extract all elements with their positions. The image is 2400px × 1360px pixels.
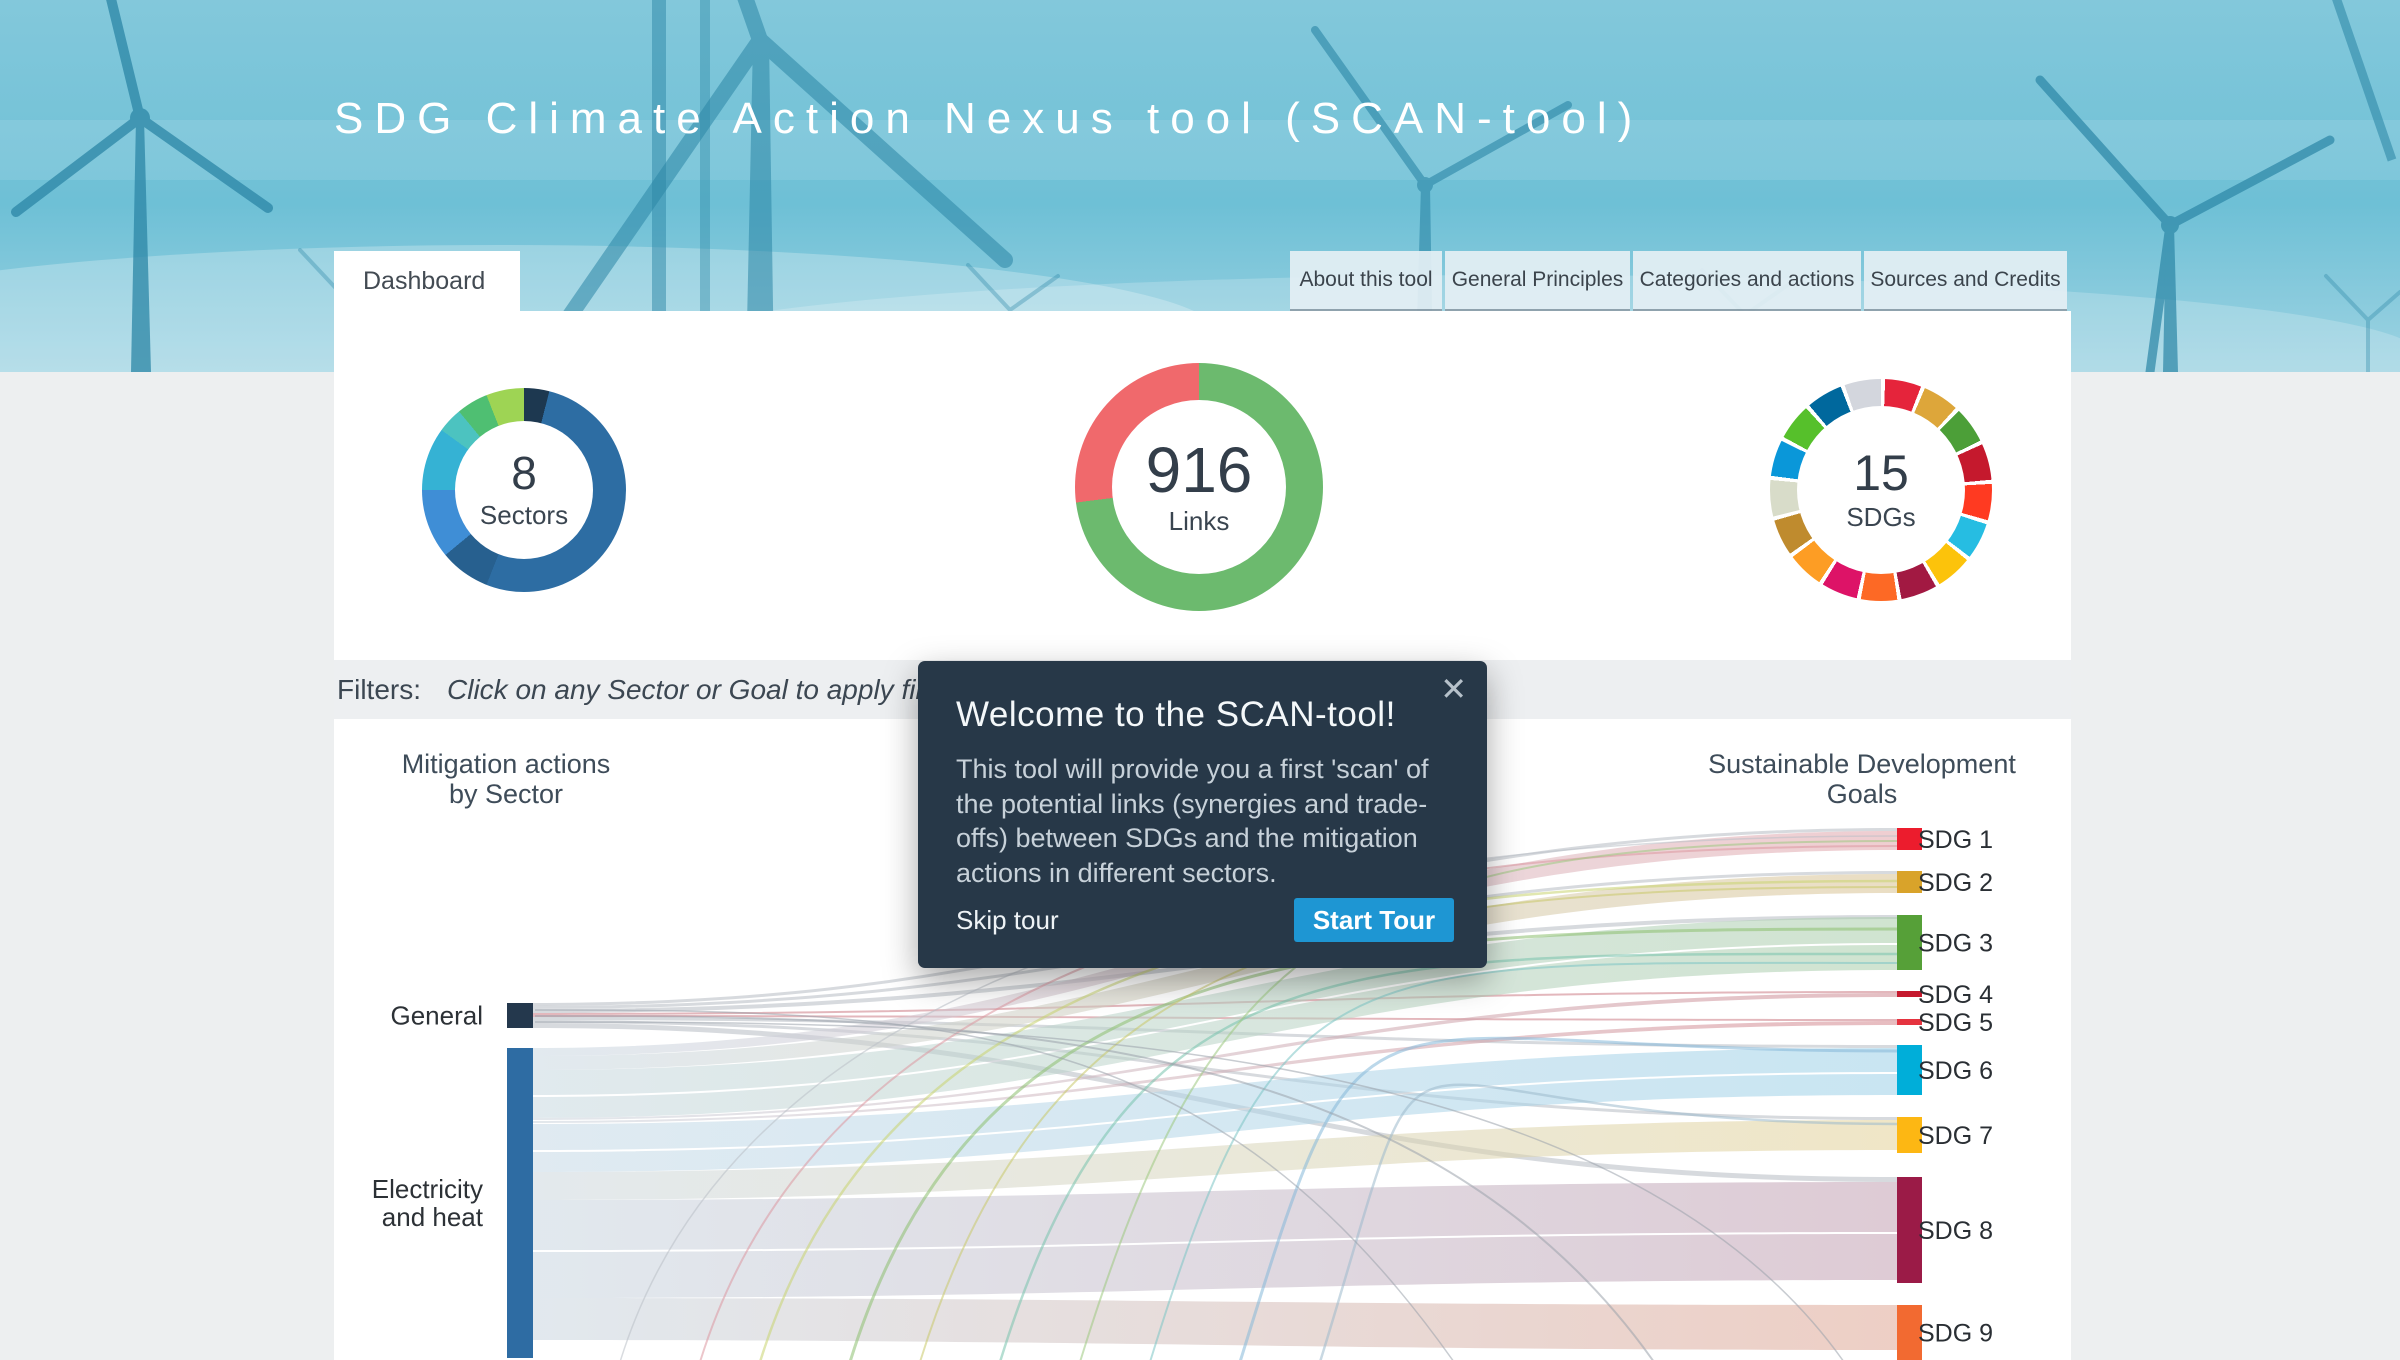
sector-node-general[interactable] xyxy=(507,1003,533,1028)
filters-label: Filters: xyxy=(337,674,421,706)
tab-label: General Principles xyxy=(1452,268,1624,292)
sectors-count: 8 xyxy=(511,450,537,496)
skip-tour-link[interactable]: Skip tour xyxy=(956,905,1059,936)
tab-label: About this tool xyxy=(1299,268,1432,292)
left-heading: by Sector xyxy=(449,779,563,809)
left-heading: Mitigation actions xyxy=(402,749,611,779)
tab-sources-and-credits[interactable]: Sources and Credits xyxy=(1864,251,2067,311)
tab-dashboard[interactable]: Dashboard xyxy=(334,251,520,311)
tab-group: About this tool General Principles Categ… xyxy=(1290,251,2067,311)
links-count: 916 xyxy=(1146,438,1253,502)
goal-label-sdg-5[interactable]: SDG 5 xyxy=(1918,1009,1993,1037)
sdgs-count: 15 xyxy=(1853,448,1909,498)
sectors-count-label: Sectors xyxy=(480,500,568,531)
goal-label-sdg-1[interactable]: SDG 1 xyxy=(1918,826,1993,854)
tab-label: Categories and actions xyxy=(1640,268,1855,292)
goal-label-sdg-2[interactable]: SDG 2 xyxy=(1918,869,1993,897)
filters-hint: Click on any Sector or Goal to apply fil… xyxy=(447,674,976,706)
goal-label-sdg-4[interactable]: SDG 4 xyxy=(1918,981,1993,1009)
modal-body: This tool will provide you a first 'scan… xyxy=(956,752,1449,890)
right-heading: Sustainable Development xyxy=(1708,749,2016,779)
welcome-modal: ✕ Welcome to the SCAN-tool! This tool wi… xyxy=(918,661,1487,968)
start-tour-button[interactable]: Start Tour xyxy=(1294,898,1454,942)
sector-label-electricity-and-heat[interactable]: Electricity xyxy=(372,1174,483,1204)
tab-label: Sources and Credits xyxy=(1870,268,2060,292)
sdgs-donut-chart: 15 SDGs xyxy=(1770,379,1992,601)
goal-label-sdg-7[interactable]: SDG 7 xyxy=(1918,1122,1993,1150)
goal-label-sdg-3[interactable]: SDG 3 xyxy=(1918,930,1993,958)
sectors-donut-chart: 8 Sectors xyxy=(422,388,626,592)
sector-node-electricity-and-heat[interactable] xyxy=(507,1048,533,1358)
sector-label-general[interactable]: General xyxy=(391,1001,484,1031)
goal-label-sdg-6[interactable]: SDG 6 xyxy=(1918,1057,1993,1085)
links-count-label: Links xyxy=(1169,506,1230,537)
scan-tool-page: SDG Climate Action Nexus tool (SCAN-tool… xyxy=(0,0,2400,1360)
right-heading: Goals xyxy=(1827,779,1898,809)
page-title: SDG Climate Action Nexus tool (SCAN-tool… xyxy=(334,94,1643,144)
modal-title: Welcome to the SCAN-tool! xyxy=(956,695,1449,735)
sankey-flow xyxy=(533,1298,1897,1350)
tab-categories-and-actions[interactable]: Categories and actions xyxy=(1633,251,1861,311)
close-icon[interactable]: ✕ xyxy=(1440,673,1467,705)
goal-label-sdg-9[interactable]: SDG 9 xyxy=(1918,1320,1993,1348)
goal-label-sdg-8[interactable]: SDG 8 xyxy=(1918,1217,1993,1245)
sector-label-electricity-and-heat[interactable]: and heat xyxy=(382,1202,484,1232)
tab-about-this-tool[interactable]: About this tool xyxy=(1290,251,1442,311)
links-donut-chart: 916 Links xyxy=(1075,363,1323,611)
sdgs-count-label: SDGs xyxy=(1846,502,1915,533)
tab-general-principles[interactable]: General Principles xyxy=(1445,251,1630,311)
tab-dashboard-label: Dashboard xyxy=(363,267,485,296)
